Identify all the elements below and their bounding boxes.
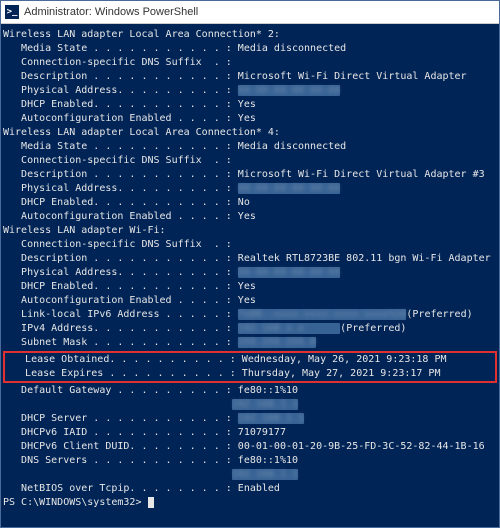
prompt-line[interactable]: PS C:\WINDOWS\system32> (3, 496, 497, 510)
title-bar[interactable]: >_ Administrator: Windows PowerShell (1, 1, 499, 24)
powershell-window: >_ Administrator: Windows PowerShell Wir… (0, 0, 500, 528)
terminal-output[interactable]: Wireless LAN adapter Local Area Connecti… (1, 24, 499, 527)
lease-highlight-box: Lease Obtained. . . . . . . . . . : Wedn… (3, 351, 497, 383)
powershell-icon: >_ (5, 5, 19, 19)
cursor (148, 497, 154, 508)
window-title: Administrator: Windows PowerShell (24, 6, 198, 18)
